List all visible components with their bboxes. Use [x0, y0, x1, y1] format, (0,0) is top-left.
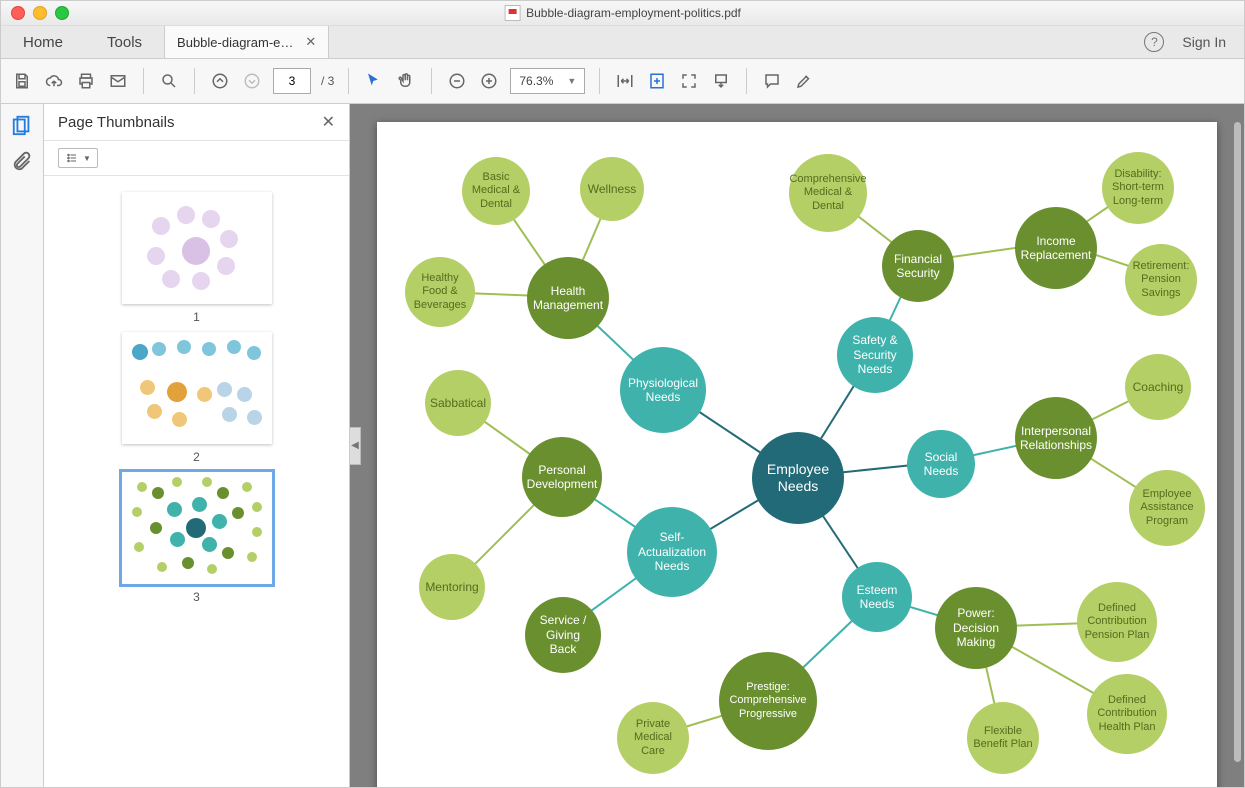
- print-icon[interactable]: [75, 70, 97, 92]
- node-flex-benefit: Flexible Benefit Plan: [967, 702, 1039, 774]
- chevron-down-icon: ▼: [567, 76, 576, 86]
- pdf-file-icon: [504, 5, 520, 21]
- title-bar: Bubble-diagram-employment-politics.pdf: [1, 1, 1244, 26]
- thumbnail-number: 2: [122, 450, 272, 464]
- minimize-window-button[interactable]: [33, 6, 47, 20]
- node-prestige: Prestige: Comprehensive Progressive: [719, 652, 817, 750]
- panel-options-menu[interactable]: ▼: [58, 148, 98, 168]
- node-basic-medical: Basic Medical & Dental: [462, 157, 530, 225]
- fullscreen-icon[interactable]: [678, 70, 700, 92]
- close-tab-icon[interactable]: ✕: [305, 34, 316, 50]
- node-service: Service / Giving Back: [525, 597, 601, 673]
- node-power: Power: Decision Making: [935, 587, 1017, 669]
- page-canvas: Employee Needs Physiological Needs Safet…: [377, 122, 1217, 787]
- comment-icon[interactable]: [761, 70, 783, 92]
- search-icon[interactable]: [158, 70, 180, 92]
- node-private-medical: Private Medical Care: [617, 702, 689, 774]
- hand-tool-icon[interactable]: [395, 70, 417, 92]
- thumbnail-number: 3: [122, 590, 272, 604]
- node-physiological: Physiological Needs: [620, 347, 706, 433]
- node-income-replacement: Income Replacement: [1015, 207, 1097, 289]
- panel-options: ▼: [44, 140, 349, 176]
- highlight-icon[interactable]: [793, 70, 815, 92]
- node-dc-pension: Defined Contribution Pension Plan: [1077, 582, 1157, 662]
- thumbnail-3[interactable]: 3: [122, 472, 272, 604]
- tab-document[interactable]: Bubble-diagram-e… ✕: [164, 26, 329, 58]
- node-comp-medical: Comprehensive Medical & Dental: [789, 154, 867, 232]
- zoom-window-button[interactable]: [55, 6, 69, 20]
- node-financial-security: Financial Security: [882, 230, 954, 302]
- node-healthy-food: Healthy Food & Beverages: [405, 257, 475, 327]
- select-tool-icon[interactable]: [363, 70, 385, 92]
- node-eap: Employee Assistance Program: [1129, 470, 1205, 546]
- zoom-out-icon[interactable]: [446, 70, 468, 92]
- thumbnails-list: 1: [44, 176, 349, 787]
- node-personal-dev: Personal Development: [522, 437, 602, 517]
- zoom-level-label: 76.3%: [519, 74, 553, 88]
- node-mentoring: Mentoring: [419, 554, 485, 620]
- node-safety: Safety & Security Needs: [837, 317, 913, 393]
- collapse-panel-handle[interactable]: ◀: [350, 427, 361, 465]
- thumbnail-2[interactable]: 2: [122, 332, 272, 464]
- zoom-in-icon[interactable]: [478, 70, 500, 92]
- panel-title: Page Thumbnails: [58, 114, 174, 131]
- node-interpersonal: Interpersonal Relationships: [1015, 397, 1097, 479]
- page-total-label: / 3: [321, 74, 334, 88]
- close-panel-icon[interactable]: ✕: [322, 112, 335, 132]
- cloud-upload-icon[interactable]: [43, 70, 65, 92]
- main-area: Page Thumbnails ✕ ▼: [1, 104, 1244, 787]
- window-title: Bubble-diagram-employment-politics.pdf: [504, 5, 741, 21]
- side-rail: [1, 104, 44, 787]
- thumbnail-1[interactable]: 1: [122, 192, 272, 324]
- document-viewer[interactable]: ◀: [350, 104, 1244, 787]
- attachments-rail-icon[interactable]: [11, 150, 33, 172]
- node-self-actualization: Self-Actualization Needs: [627, 507, 717, 597]
- node-retirement: Retirement: Pension Savings: [1125, 244, 1197, 316]
- node-center: Employee Needs: [752, 432, 844, 524]
- node-disability: Disability: Short-term Long-term: [1102, 152, 1174, 224]
- toolbar: / 3 76.3% ▼: [1, 59, 1244, 104]
- tab-home[interactable]: Home: [1, 26, 85, 58]
- sign-in-link[interactable]: Sign In: [1182, 34, 1226, 50]
- tab-tools[interactable]: Tools: [85, 26, 164, 58]
- page-number-input[interactable]: [273, 68, 311, 94]
- app-window: Bubble-diagram-employment-politics.pdf H…: [0, 0, 1245, 788]
- save-icon[interactable]: [11, 70, 33, 92]
- node-esteem: Esteem Needs: [842, 562, 912, 632]
- read-mode-icon[interactable]: [710, 70, 732, 92]
- fit-width-icon[interactable]: [614, 70, 636, 92]
- node-wellness: Wellness: [580, 157, 644, 221]
- thumbnails-rail-icon[interactable]: [11, 114, 33, 136]
- email-icon[interactable]: [107, 70, 129, 92]
- node-dc-health: Defined Contribution Health Plan: [1087, 674, 1167, 754]
- node-sabbatical: Sabbatical: [425, 370, 491, 436]
- node-health-mgmt: Health Management: [527, 257, 609, 339]
- tab-document-label: Bubble-diagram-e…: [177, 35, 293, 50]
- panel-header: Page Thumbnails ✕: [44, 104, 349, 140]
- scrollbar-thumb[interactable]: [1234, 122, 1241, 762]
- viewer-scrollbar[interactable]: [1233, 104, 1242, 787]
- window-controls: [11, 6, 69, 20]
- thumbnail-number: 1: [122, 310, 272, 324]
- zoom-level-select[interactable]: 76.3% ▼: [510, 68, 585, 94]
- node-coaching: Coaching: [1125, 354, 1191, 420]
- fit-page-icon[interactable]: [646, 70, 668, 92]
- close-window-button[interactable]: [11, 6, 25, 20]
- thumbnails-panel: Page Thumbnails ✕ ▼: [44, 104, 350, 787]
- help-icon[interactable]: ?: [1144, 32, 1164, 52]
- page-down-icon[interactable]: [241, 70, 263, 92]
- window-title-text: Bubble-diagram-employment-politics.pdf: [526, 6, 741, 20]
- tab-bar: Home Tools Bubble-diagram-e… ✕ ? Sign In: [1, 26, 1244, 59]
- header-actions: ? Sign In: [1144, 26, 1244, 58]
- page-up-icon[interactable]: [209, 70, 231, 92]
- node-social: Social Needs: [907, 430, 975, 498]
